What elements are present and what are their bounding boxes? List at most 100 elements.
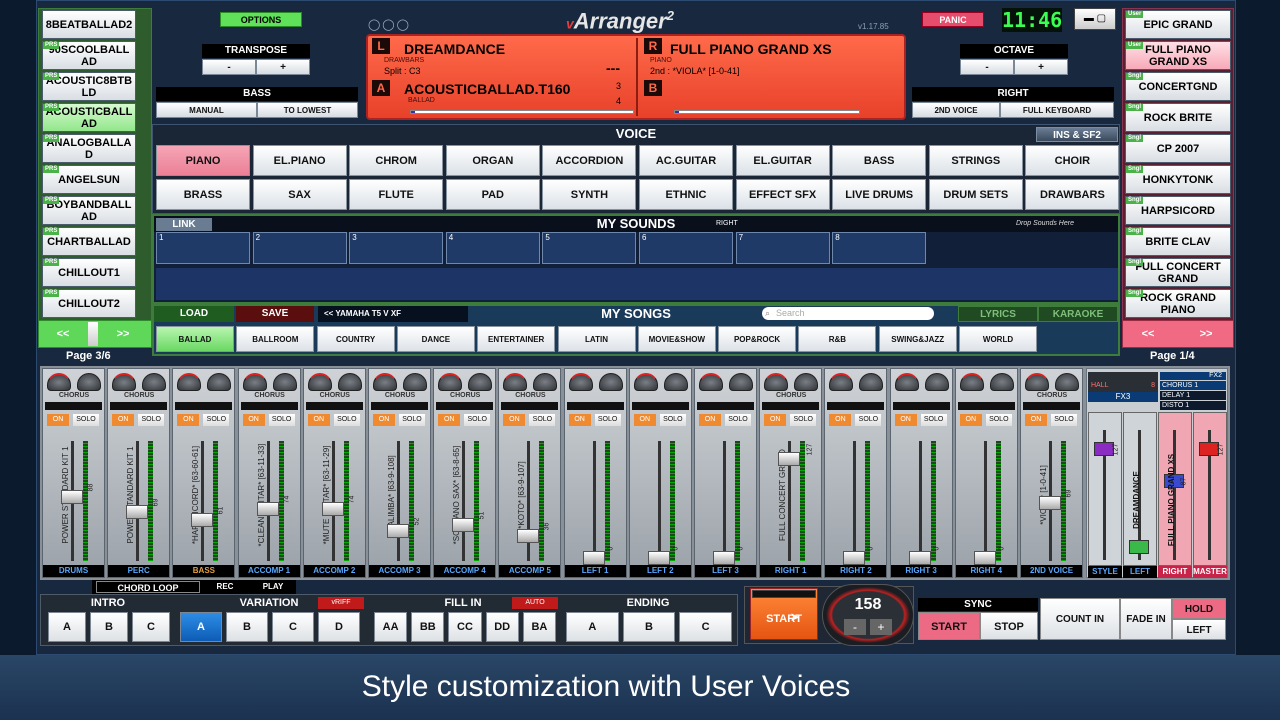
pattern-button[interactable]: A — [48, 612, 86, 642]
hold-button[interactable]: HOLD — [1172, 598, 1226, 619]
voice-category-button[interactable]: DRUM SETS — [928, 179, 1023, 210]
tempo-minus-button[interactable]: - — [844, 619, 866, 635]
solo-button[interactable]: SOLO — [268, 414, 295, 426]
fader-knob[interactable] — [126, 505, 149, 519]
style-item[interactable]: PRS ACOUSTICBALLAD — [42, 103, 136, 132]
karaoke-button[interactable]: KARAOKE — [1038, 306, 1118, 322]
voice-item[interactable]: Sngl ROCK BRITE — [1125, 103, 1231, 132]
link-button[interactable]: LINK — [156, 218, 212, 231]
pattern-button[interactable]: C — [679, 612, 732, 642]
fader-knob[interactable] — [321, 502, 344, 516]
genre-button[interactable]: R&B — [798, 326, 877, 352]
tempo-dial[interactable] — [822, 584, 914, 646]
style-item[interactable]: PRS CHILLOUT2 — [42, 289, 136, 318]
bass-manual-button[interactable]: MANUAL — [156, 102, 257, 118]
fader-knob[interactable] — [582, 551, 605, 565]
solo-button[interactable]: SOLO — [333, 414, 360, 426]
reverb-knob[interactable] — [729, 373, 753, 391]
pattern-button[interactable]: B — [622, 612, 676, 642]
voice-category-button[interactable]: PIANO — [156, 145, 250, 176]
pan-knob[interactable] — [1025, 373, 1049, 391]
genre-button[interactable]: LATIN — [557, 326, 636, 352]
on-button[interactable]: ON — [894, 414, 917, 426]
on-button[interactable]: ON — [633, 414, 656, 426]
fader-knob[interactable] — [713, 551, 735, 565]
fader-knob[interactable] — [256, 502, 279, 516]
fx2-disto[interactable]: DISTO 1 — [1160, 401, 1226, 410]
right-voice-name[interactable]: FULL PIANO GRAND XS — [670, 41, 832, 57]
voice-category-button[interactable]: STRINGS — [928, 145, 1023, 176]
pattern-button[interactable]: C — [272, 612, 314, 642]
pan-knob[interactable] — [503, 373, 528, 391]
voice-category-button[interactable]: ACCORDION — [542, 145, 637, 176]
fx2-delay[interactable]: DELAY 1 — [1160, 391, 1226, 400]
pattern-button[interactable]: B — [90, 612, 128, 642]
auto-button[interactable]: AUTO — [512, 597, 558, 609]
sound-slot[interactable]: 5 — [542, 232, 637, 264]
fader-knob[interactable] — [452, 518, 475, 532]
fader-knob[interactable] — [908, 551, 931, 565]
reverb-knob[interactable] — [924, 373, 949, 391]
pattern-button[interactable]: BA — [522, 612, 556, 642]
solo-button[interactable]: SOLO — [790, 414, 817, 426]
voice-item[interactable]: User EPIC GRAND — [1125, 10, 1231, 39]
reverb-knob[interactable] — [403, 373, 427, 391]
pan-knob[interactable] — [242, 373, 267, 391]
style-item[interactable]: 8BEATBALLAD2 — [42, 10, 136, 39]
fader-knob[interactable] — [1039, 496, 1061, 510]
solo-button[interactable]: SOLO — [1051, 414, 1077, 426]
sound-slot[interactable]: 8 — [832, 232, 927, 264]
style-item[interactable]: PRS BOYBANDBALLAD — [42, 196, 136, 225]
second-voice-button[interactable]: 2ND VOICE — [912, 102, 1000, 118]
voice-category-button[interactable]: EL.GUITAR — [735, 145, 830, 176]
reverb-knob[interactable] — [794, 373, 819, 391]
sound-slot[interactable]: 2 — [252, 232, 347, 264]
pan-knob[interactable] — [633, 373, 658, 391]
voice-item[interactable]: Sngl FULL CONCERT GRAND — [1125, 258, 1231, 287]
voice-category-button[interactable]: BRASS — [156, 179, 250, 210]
fade-in-button[interactable]: FADE IN — [1120, 598, 1172, 640]
pan-knob[interactable] — [568, 373, 593, 391]
style-prev-button[interactable]: << — [42, 322, 84, 346]
style-name[interactable]: ACOUSTICBALLAD.T160 — [404, 81, 570, 97]
pan-knob[interactable] — [177, 373, 202, 391]
pattern-button[interactable]: BB — [411, 612, 445, 642]
left-hold-button[interactable]: LEFT — [1172, 619, 1226, 640]
left-voice-name[interactable]: DREAMDANCE — [404, 41, 505, 57]
voice-category-button[interactable]: SAX — [252, 179, 347, 210]
reverb-knob[interactable] — [663, 373, 688, 391]
voice-next-button[interactable]: >> — [1184, 322, 1228, 346]
sound-slot[interactable]: 3 — [349, 232, 444, 264]
pan-knob[interactable] — [829, 373, 854, 391]
reverb-knob[interactable] — [468, 373, 493, 391]
voice-item[interactable]: Sngl HONKYTONK — [1125, 165, 1231, 194]
fx2-chorus[interactable]: CHORUS 1 — [1160, 381, 1226, 390]
voice-category-button[interactable]: SYNTH — [542, 179, 637, 210]
pattern-button[interactable]: B — [226, 612, 268, 642]
genre-button[interactable]: WORLD — [959, 326, 1037, 352]
voice-category-button[interactable]: EFFECT SFX — [735, 179, 830, 210]
voice-category-button[interactable]: EL.PIANO — [252, 145, 347, 176]
fader-knob[interactable] — [61, 490, 83, 504]
voice-category-button[interactable]: ETHNIC — [639, 179, 733, 210]
voice-prev-button[interactable]: << — [1126, 322, 1170, 346]
genre-button[interactable]: ENTERTAINER — [477, 326, 556, 352]
pattern-button[interactable]: A — [180, 612, 222, 642]
reverb-knob[interactable] — [989, 373, 1014, 391]
reverb-knob[interactable] — [337, 373, 362, 391]
style-item[interactable]: PRS ACOUSTIC8BTBLD — [42, 72, 136, 101]
pan-knob[interactable] — [959, 373, 984, 391]
fader-knob[interactable] — [973, 551, 996, 565]
style-item[interactable]: PRS CHARTBALLAD — [42, 227, 136, 256]
reverb-knob[interactable] — [207, 373, 232, 391]
fader-knob[interactable] — [517, 529, 540, 543]
genre-button[interactable]: BALLROOM — [236, 326, 315, 352]
pan-knob[interactable] — [764, 373, 789, 391]
transpose-minus-button[interactable]: - — [202, 59, 256, 75]
pattern-button[interactable]: DD — [485, 612, 519, 642]
sound-slot[interactable]: 7 — [735, 232, 830, 264]
voice-category-button[interactable]: CHROM — [349, 145, 444, 176]
on-button[interactable]: ON — [699, 414, 721, 426]
reverb-knob[interactable] — [142, 373, 167, 391]
sound-slot[interactable]: 6 — [639, 232, 733, 264]
